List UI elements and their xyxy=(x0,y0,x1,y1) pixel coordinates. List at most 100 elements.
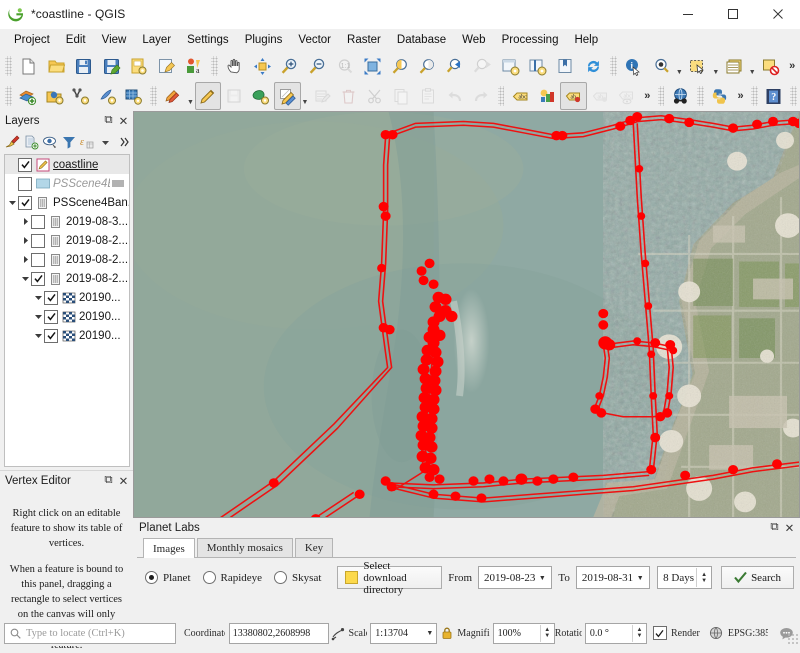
python-console-button[interactable] xyxy=(707,82,734,110)
menu-processing[interactable]: Processing xyxy=(494,31,567,49)
zoom-selection-button[interactable] xyxy=(386,52,414,80)
from-date-input[interactable]: 2019-08-23 ▼ xyxy=(478,566,553,589)
chevron-down-icon[interactable] xyxy=(33,307,44,326)
save-project-button[interactable] xyxy=(70,52,98,80)
layer-row[interactable]: 2019-08-2... xyxy=(5,250,129,269)
search-button[interactable]: Search xyxy=(721,566,794,589)
radio-skysat[interactable]: Skysat xyxy=(274,571,321,584)
layer-visibility-checkbox[interactable] xyxy=(31,271,45,286)
current-edits-button[interactable] xyxy=(160,82,187,110)
menu-vector[interactable]: Vector xyxy=(290,31,339,49)
layer-visibility-checkbox[interactable] xyxy=(31,214,45,229)
layer-row[interactable]: 20190... xyxy=(5,307,129,326)
open-project-button[interactable] xyxy=(42,52,70,80)
chevron-down-icon[interactable]: ▼ xyxy=(535,574,549,582)
paintbrush-icon[interactable] xyxy=(4,133,21,152)
zoom-out-magnifier-button[interactable] xyxy=(304,52,332,80)
layers-panel-float-button[interactable]: ⧉ xyxy=(102,114,115,127)
menu-web[interactable]: Web xyxy=(454,31,493,49)
pinned-labels-button[interactable]: ab xyxy=(587,82,614,110)
layer-row[interactable]: coastline xyxy=(5,155,129,174)
tab-images[interactable]: Images xyxy=(143,538,195,558)
zoom-next-button[interactable] xyxy=(469,52,497,80)
layer-row[interactable]: 20190... xyxy=(5,326,129,345)
select-rectangle-button[interactable] xyxy=(684,52,712,80)
menu-settings[interactable]: Settings xyxy=(179,31,237,49)
chevron-down-icon[interactable] xyxy=(33,326,44,345)
stepper-arrows[interactable]: ▲ ▼ xyxy=(696,568,711,587)
chevron-down-icon[interactable]: ▼ xyxy=(186,80,194,113)
chevron-right-icon[interactable] xyxy=(20,231,31,250)
vertex-editor-close-button[interactable]: ✕ xyxy=(117,474,130,488)
menu-plugins[interactable]: Plugins xyxy=(237,31,291,49)
add-spatialite-button[interactable] xyxy=(94,82,121,110)
toggle-extents-icon[interactable] xyxy=(329,623,349,643)
add-polygon-feature-button[interactable] xyxy=(248,82,275,110)
menu-view[interactable]: View xyxy=(94,31,135,49)
toolbar-grip[interactable] xyxy=(751,86,758,106)
layer-row[interactable]: PSScene4Ba... xyxy=(5,174,129,193)
save-project-as-button[interactable] xyxy=(98,52,126,80)
menu-raster[interactable]: Raster xyxy=(339,31,389,49)
zoom-in-magnifier-button[interactable] xyxy=(276,52,304,80)
toolbar-grip[interactable] xyxy=(5,86,12,106)
menu-help[interactable]: Help xyxy=(566,31,606,49)
layer-tree[interactable]: coastline PSScene4Ba... PSScene4Ban... 2019… xyxy=(4,154,130,467)
locator-search-input[interactable]: Type to locate (Ctrl+K) xyxy=(4,622,176,644)
scale-combo[interactable]: 1:13704 ▼ xyxy=(370,622,438,644)
layout-manager-button[interactable] xyxy=(153,52,181,80)
map-canvas-graphics[interactable] xyxy=(134,112,799,517)
add-group-icon[interactable] xyxy=(23,133,40,152)
overflow-chevrons-icon[interactable] xyxy=(116,133,133,152)
toolbar-grip[interactable] xyxy=(696,86,704,106)
new-3d-view-button[interactable] xyxy=(524,52,552,80)
layers-panel-close-button[interactable]: ✕ xyxy=(117,114,130,128)
paste-features-button[interactable] xyxy=(415,82,442,110)
chevron-right-icon[interactable] xyxy=(20,212,31,231)
chevron-down-icon[interactable]: ▼ xyxy=(301,80,309,113)
maximize-button[interactable] xyxy=(710,0,755,28)
eye-themes-icon[interactable] xyxy=(41,133,58,152)
resize-grip[interactable] xyxy=(787,633,799,645)
new-map-view-button[interactable] xyxy=(497,52,525,80)
toggle-editing-button[interactable] xyxy=(194,82,222,110)
chevron-down-icon[interactable] xyxy=(7,193,18,212)
vertex-tool-button[interactable] xyxy=(274,82,301,110)
layer-visibility-checkbox[interactable] xyxy=(44,290,58,305)
pin-label-button[interactable]: ab xyxy=(560,82,587,110)
chevron-right-icon[interactable] xyxy=(20,250,31,269)
pan-to-selection-button[interactable] xyxy=(248,52,276,80)
radio-planet[interactable]: Planet xyxy=(145,571,191,584)
magnifier-stepper[interactable]: 100% ▲ ▼ xyxy=(492,622,555,644)
crs-value[interactable]: EPSG:3857 xyxy=(728,628,768,639)
minimize-button[interactable] xyxy=(665,0,710,28)
measure-button[interactable] xyxy=(647,52,675,80)
layer-row[interactable]: 2019-08-2... xyxy=(5,269,129,288)
new-print-layout-button[interactable] xyxy=(125,52,153,80)
globe-crs-icon[interactable] xyxy=(706,623,726,643)
layer-row[interactable]: 2019-08-3... xyxy=(5,212,129,231)
stepper-arrows[interactable]: ▲ ▼ xyxy=(539,624,554,642)
add-raster-layer-button[interactable] xyxy=(41,82,68,110)
modify-attributes-button[interactable] xyxy=(309,82,336,110)
add-delimited-text-button[interactable] xyxy=(68,82,95,110)
save-edits-button[interactable] xyxy=(221,82,248,110)
toolbar-grip[interactable] xyxy=(609,56,617,76)
menu-layer[interactable]: Layer xyxy=(134,31,179,49)
radio-rapideye[interactable]: Rapideye xyxy=(202,571,262,584)
chevron-down-icon[interactable] xyxy=(98,133,115,152)
layer-visibility-checkbox[interactable] xyxy=(44,328,58,343)
menu-database[interactable]: Database xyxy=(389,31,454,49)
layer-visibility-checkbox[interactable] xyxy=(31,252,45,267)
chevron-down-icon[interactable]: ▼ xyxy=(633,574,647,582)
map-canvas[interactable] xyxy=(133,111,800,518)
layer-styling-button[interactable] xyxy=(534,82,561,110)
rotation-stepper[interactable]: 0.0 ° ▲ ▼ xyxy=(584,622,647,644)
python-overflow-button[interactable]: » xyxy=(733,83,748,109)
chevron-down-icon[interactable] xyxy=(33,288,44,307)
bookmark-button[interactable] xyxy=(552,52,580,80)
layer-row[interactable]: PSScene4Ban... xyxy=(5,193,129,212)
add-vector-layer-button[interactable] xyxy=(15,82,42,110)
label-tag-button[interactable]: abc xyxy=(507,82,534,110)
toolbar-grip[interactable] xyxy=(5,56,12,76)
